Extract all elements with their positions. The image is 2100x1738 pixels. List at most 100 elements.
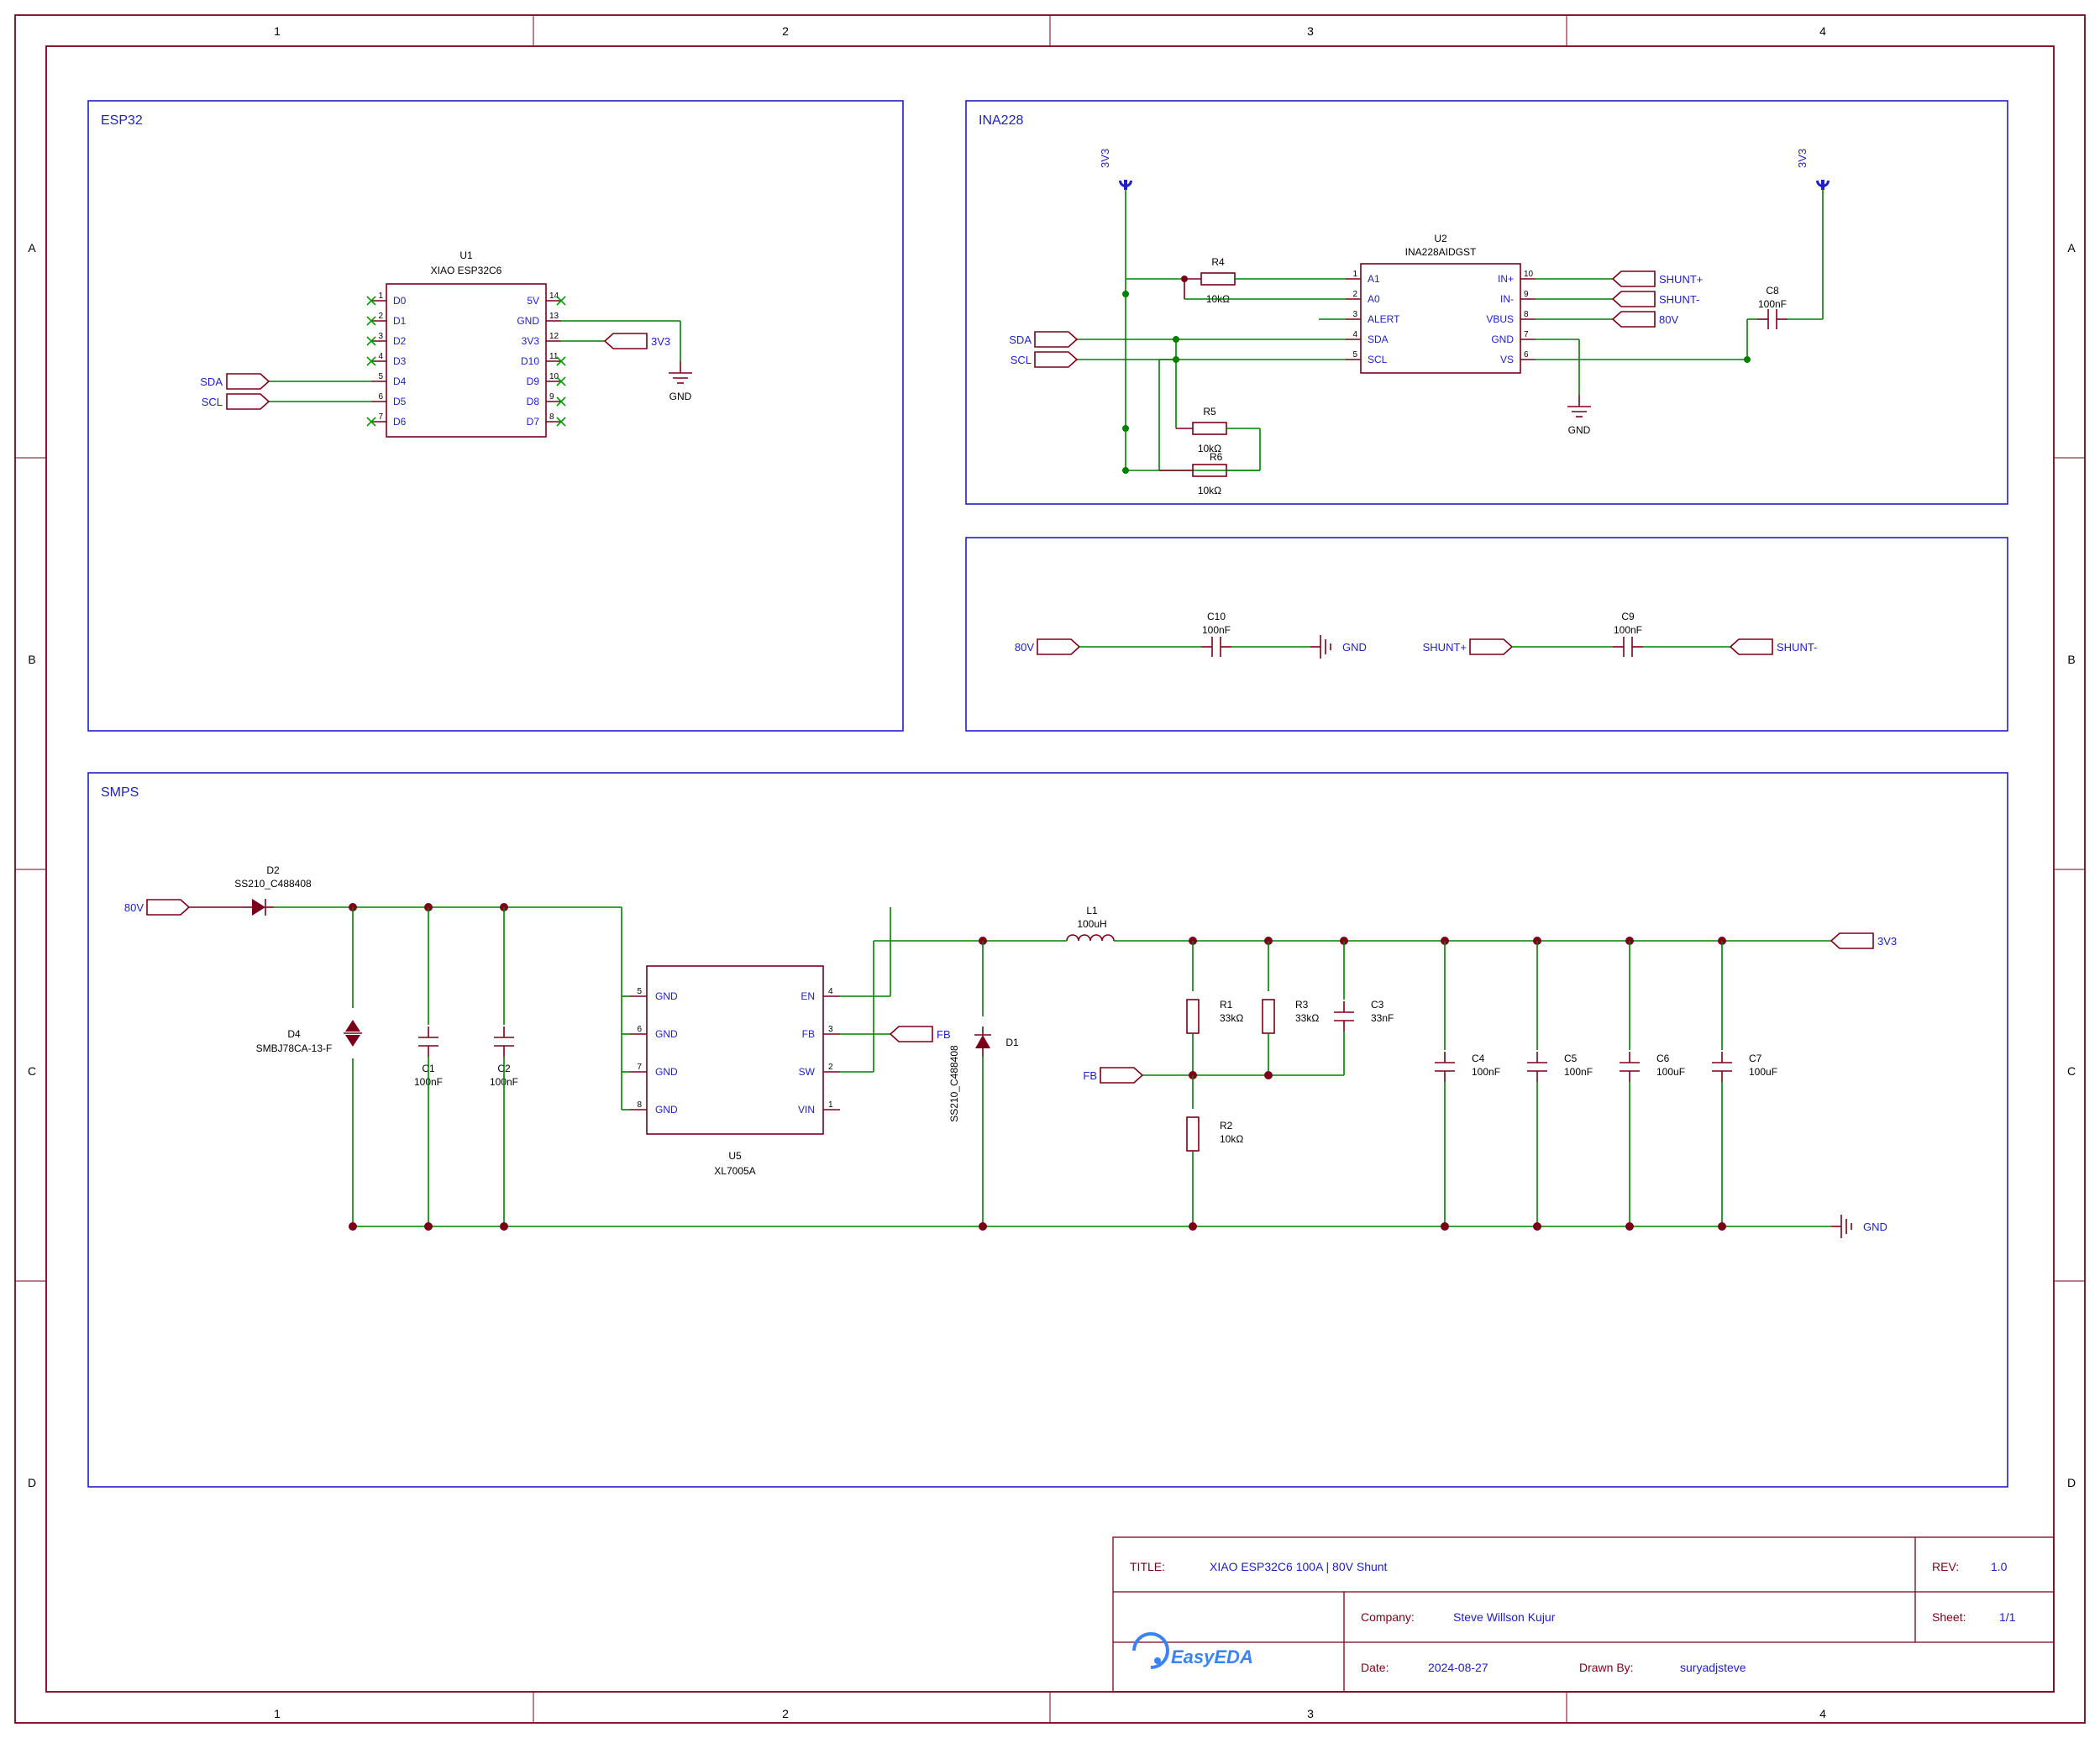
esp32-block: ESP32 U1 XIAO ESP32C6 D0 D1 D2 D3 D4 D5 … bbox=[88, 101, 903, 731]
svg-text:SDA: SDA bbox=[1368, 333, 1389, 345]
svg-text:XIAO ESP32C6 100A | 80V Shunt: XIAO ESP32C6 100A | 80V Shunt bbox=[1210, 1560, 1388, 1573]
svg-text:3V3: 3V3 bbox=[651, 335, 670, 348]
svg-text:C9: C9 bbox=[1621, 611, 1635, 622]
ina228-block: INA228 3V3 U2 INA228AIDGST A1 A0 ALERT S… bbox=[966, 101, 2008, 504]
svg-text:2: 2 bbox=[782, 1707, 789, 1720]
svg-text:C: C bbox=[28, 1064, 36, 1078]
svg-text:TITLE:: TITLE: bbox=[1130, 1560, 1165, 1573]
diode-d1 bbox=[974, 1027, 991, 1057]
svg-text:9: 9 bbox=[1524, 290, 1529, 299]
svg-text:R5: R5 bbox=[1203, 406, 1216, 417]
svg-text:9: 9 bbox=[549, 392, 554, 402]
svg-text:SHUNT-: SHUNT- bbox=[1777, 641, 1817, 654]
svg-text:GND: GND bbox=[655, 990, 678, 1002]
svg-text:D10: D10 bbox=[521, 355, 539, 367]
svg-text:SCL: SCL bbox=[202, 396, 223, 408]
svg-text:100nF: 100nF bbox=[1758, 298, 1787, 310]
svg-text:D3: D3 bbox=[393, 355, 407, 367]
svg-text:GND: GND bbox=[517, 315, 539, 327]
svg-text:U2: U2 bbox=[1434, 233, 1447, 244]
svg-text:D5: D5 bbox=[393, 396, 407, 407]
svg-text:2: 2 bbox=[828, 1063, 833, 1072]
svg-text:Date:: Date: bbox=[1361, 1661, 1389, 1674]
gnd-icon bbox=[669, 361, 692, 383]
svg-text:C5: C5 bbox=[1564, 1053, 1578, 1064]
svg-text:100uH: 100uH bbox=[1077, 918, 1106, 930]
svg-text:3V3: 3V3 bbox=[1877, 935, 1897, 948]
svg-text:4: 4 bbox=[1819, 1707, 1826, 1720]
svg-text:ALERT: ALERT bbox=[1368, 313, 1400, 325]
svg-text:100nF: 100nF bbox=[1202, 624, 1231, 636]
svg-text:VIN: VIN bbox=[798, 1104, 815, 1116]
svg-text:C4: C4 bbox=[1472, 1053, 1485, 1064]
svg-text:Company:: Company: bbox=[1361, 1610, 1415, 1624]
svg-text:SCL: SCL bbox=[1011, 354, 1032, 366]
svg-text:5: 5 bbox=[637, 987, 642, 996]
svg-text:SHUNT-: SHUNT- bbox=[1659, 293, 1699, 306]
svg-text:U5: U5 bbox=[728, 1150, 742, 1162]
net-port bbox=[605, 333, 647, 349]
svg-text:SS210_C488408: SS210_C488408 bbox=[234, 878, 312, 890]
svg-text:R1: R1 bbox=[1220, 999, 1233, 1011]
svg-text:GND: GND bbox=[1342, 641, 1367, 654]
svg-text:3: 3 bbox=[1307, 24, 1314, 38]
svg-text:8: 8 bbox=[549, 412, 554, 422]
svg-text:R3: R3 bbox=[1295, 999, 1309, 1011]
svg-text:L1: L1 bbox=[1086, 905, 1098, 916]
svg-text:4: 4 bbox=[378, 352, 383, 361]
svg-text:D9: D9 bbox=[527, 375, 540, 387]
svg-text:5: 5 bbox=[1352, 350, 1357, 360]
svg-text:SW: SW bbox=[799, 1066, 816, 1078]
svg-text:4: 4 bbox=[828, 987, 833, 996]
decouple-block: 80V C10 100nF GND SHUNT+ C9 100nF SHUNT- bbox=[966, 538, 2008, 731]
net-port bbox=[227, 374, 269, 389]
svg-text:B: B bbox=[28, 653, 35, 666]
svg-text:R4: R4 bbox=[1211, 256, 1225, 268]
svg-text:D1: D1 bbox=[1005, 1037, 1019, 1048]
svg-text:8: 8 bbox=[637, 1100, 642, 1110]
svg-text:D0: D0 bbox=[393, 295, 407, 307]
svg-text:1: 1 bbox=[1352, 270, 1357, 279]
svg-text:D8: D8 bbox=[527, 396, 540, 407]
u1: U1 XIAO ESP32C6 D0 D1 D2 D3 D4 D5 D6 5V … bbox=[367, 249, 565, 437]
svg-text:C7: C7 bbox=[1749, 1053, 1762, 1064]
svg-text:INA228AIDGST: INA228AIDGST bbox=[1405, 246, 1477, 258]
svg-text:SDA: SDA bbox=[1009, 333, 1032, 346]
svg-text:2024-08-27: 2024-08-27 bbox=[1428, 1661, 1488, 1674]
tvs-d4 bbox=[344, 1020, 362, 1047]
svg-text:1: 1 bbox=[378, 291, 383, 301]
svg-text:C6: C6 bbox=[1656, 1053, 1670, 1064]
svg-text:1/1: 1/1 bbox=[1999, 1610, 2016, 1624]
svg-text:FB: FB bbox=[1083, 1069, 1097, 1082]
svg-text:R6: R6 bbox=[1210, 451, 1223, 463]
svg-text:U1: U1 bbox=[459, 249, 473, 261]
svg-text:5: 5 bbox=[378, 372, 383, 381]
svg-text:4: 4 bbox=[1819, 24, 1826, 38]
svg-text:D7: D7 bbox=[527, 416, 540, 428]
svg-text:suryadjsteve: suryadjsteve bbox=[1680, 1661, 1746, 1674]
svg-text:14: 14 bbox=[549, 291, 559, 301]
svg-text:D2: D2 bbox=[393, 335, 407, 347]
svg-text:3: 3 bbox=[1307, 1707, 1314, 1720]
svg-text:FB: FB bbox=[802, 1028, 815, 1040]
svg-text:SS210_C488408: SS210_C488408 bbox=[948, 1045, 960, 1122]
svg-text:7: 7 bbox=[378, 412, 383, 422]
svg-text:B: B bbox=[2067, 653, 2075, 666]
svg-text:XL7005A: XL7005A bbox=[714, 1165, 755, 1177]
svg-text:2: 2 bbox=[782, 24, 789, 38]
svg-text:100uF: 100uF bbox=[1749, 1066, 1777, 1078]
svg-text:33kΩ: 33kΩ bbox=[1295, 1012, 1319, 1024]
svg-text:Steve Willson Kujur: Steve Willson Kujur bbox=[1453, 1610, 1556, 1624]
power-flag bbox=[1119, 180, 1132, 190]
u5: U5 XL7005A GND GND GND GND EN FB SW VIN … bbox=[630, 966, 840, 1177]
svg-text:C10: C10 bbox=[1207, 611, 1226, 622]
svg-text:SDA: SDA bbox=[200, 375, 223, 388]
svg-text:3: 3 bbox=[378, 332, 383, 341]
svg-text:1.0: 1.0 bbox=[1991, 1560, 2008, 1573]
svg-text:GND: GND bbox=[655, 1104, 678, 1116]
svg-text:Drawn By:: Drawn By: bbox=[1579, 1661, 1634, 1674]
svg-text:13: 13 bbox=[549, 312, 559, 321]
svg-text:GND: GND bbox=[655, 1028, 678, 1040]
svg-text:GND: GND bbox=[669, 391, 692, 402]
svg-text:D2: D2 bbox=[266, 864, 280, 876]
